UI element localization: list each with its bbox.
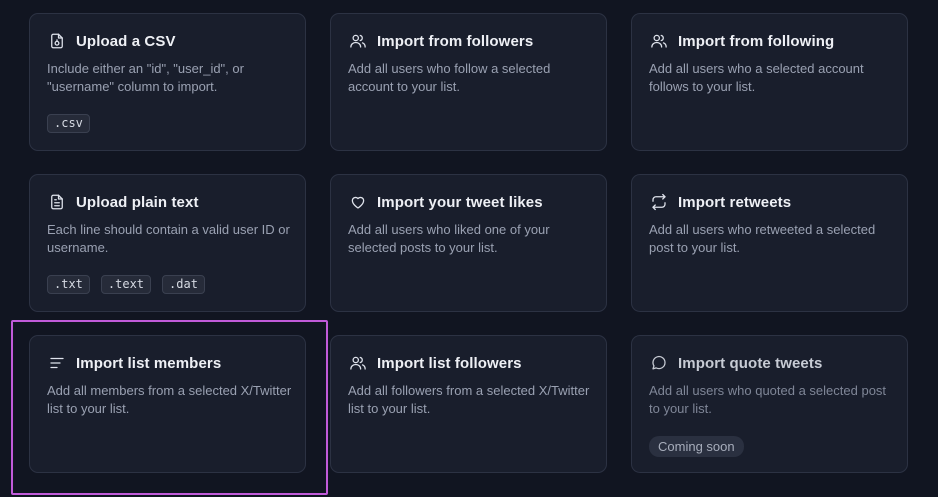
card-title: Import quote tweets xyxy=(678,354,823,372)
users-icon xyxy=(348,353,368,373)
card-upload-csv[interactable]: Upload a CSV Include either an "id", "us… xyxy=(29,13,306,151)
heart-icon xyxy=(348,192,368,212)
file-upload-icon xyxy=(47,31,67,51)
list-icon xyxy=(47,353,67,373)
card-import-quote-tweets: Import quote tweets Add all users who qu… xyxy=(631,335,908,473)
file-type-tag: .text xyxy=(100,275,152,294)
card-import-from-followers[interactable]: Import from followers Add all users who … xyxy=(330,13,607,151)
card-title: Import list members xyxy=(76,354,222,372)
message-circle-icon xyxy=(649,353,669,373)
users-icon xyxy=(348,31,368,51)
card-title: Import from following xyxy=(678,32,835,50)
card-title: Import list followers xyxy=(377,354,522,372)
card-import-list-members[interactable]: Import list members Add all members from… xyxy=(29,335,306,473)
retweet-icon xyxy=(649,192,669,212)
card-description: Each line should contain a valid user ID… xyxy=(47,222,290,255)
card-description: Add all users who a selected account fol… xyxy=(649,61,864,94)
card-description: Add all users who liked one of your sele… xyxy=(348,222,550,255)
card-title: Import from followers xyxy=(377,32,534,50)
card-title: Upload plain text xyxy=(76,193,199,211)
card-description: Add all members from a selected X/Twitte… xyxy=(47,383,292,416)
card-description: Add all users who follow a selected acco… xyxy=(348,61,551,94)
card-description: Add all users who quoted a selected post… xyxy=(649,383,887,416)
card-title: Import retweets xyxy=(678,193,792,211)
file-text-icon xyxy=(47,192,67,212)
card-description: Add all followers from a selected X/Twit… xyxy=(348,383,590,416)
card-import-retweets[interactable]: Import retweets Add all users who retwee… xyxy=(631,174,908,312)
file-type-tag: .dat xyxy=(162,275,205,294)
card-title: Import your tweet likes xyxy=(377,193,543,211)
card-upload-plain-text[interactable]: Upload plain text Each line should conta… xyxy=(29,174,306,312)
card-description: Add all users who retweeted a selected p… xyxy=(649,222,876,255)
card-import-tweet-likes[interactable]: Import your tweet likes Add all users wh… xyxy=(330,174,607,312)
file-type-tag: .csv xyxy=(47,114,90,133)
coming-soon-badge: Coming soon xyxy=(649,436,744,457)
card-description: Include either an "id", "user_id", or "u… xyxy=(47,61,244,94)
file-type-tag: .txt xyxy=(47,275,90,294)
card-import-list-followers[interactable]: Import list followers Add all followers … xyxy=(330,335,607,473)
card-import-from-following[interactable]: Import from following Add all users who … xyxy=(631,13,908,151)
card-title: Upload a CSV xyxy=(76,32,176,50)
users-icon xyxy=(649,31,669,51)
